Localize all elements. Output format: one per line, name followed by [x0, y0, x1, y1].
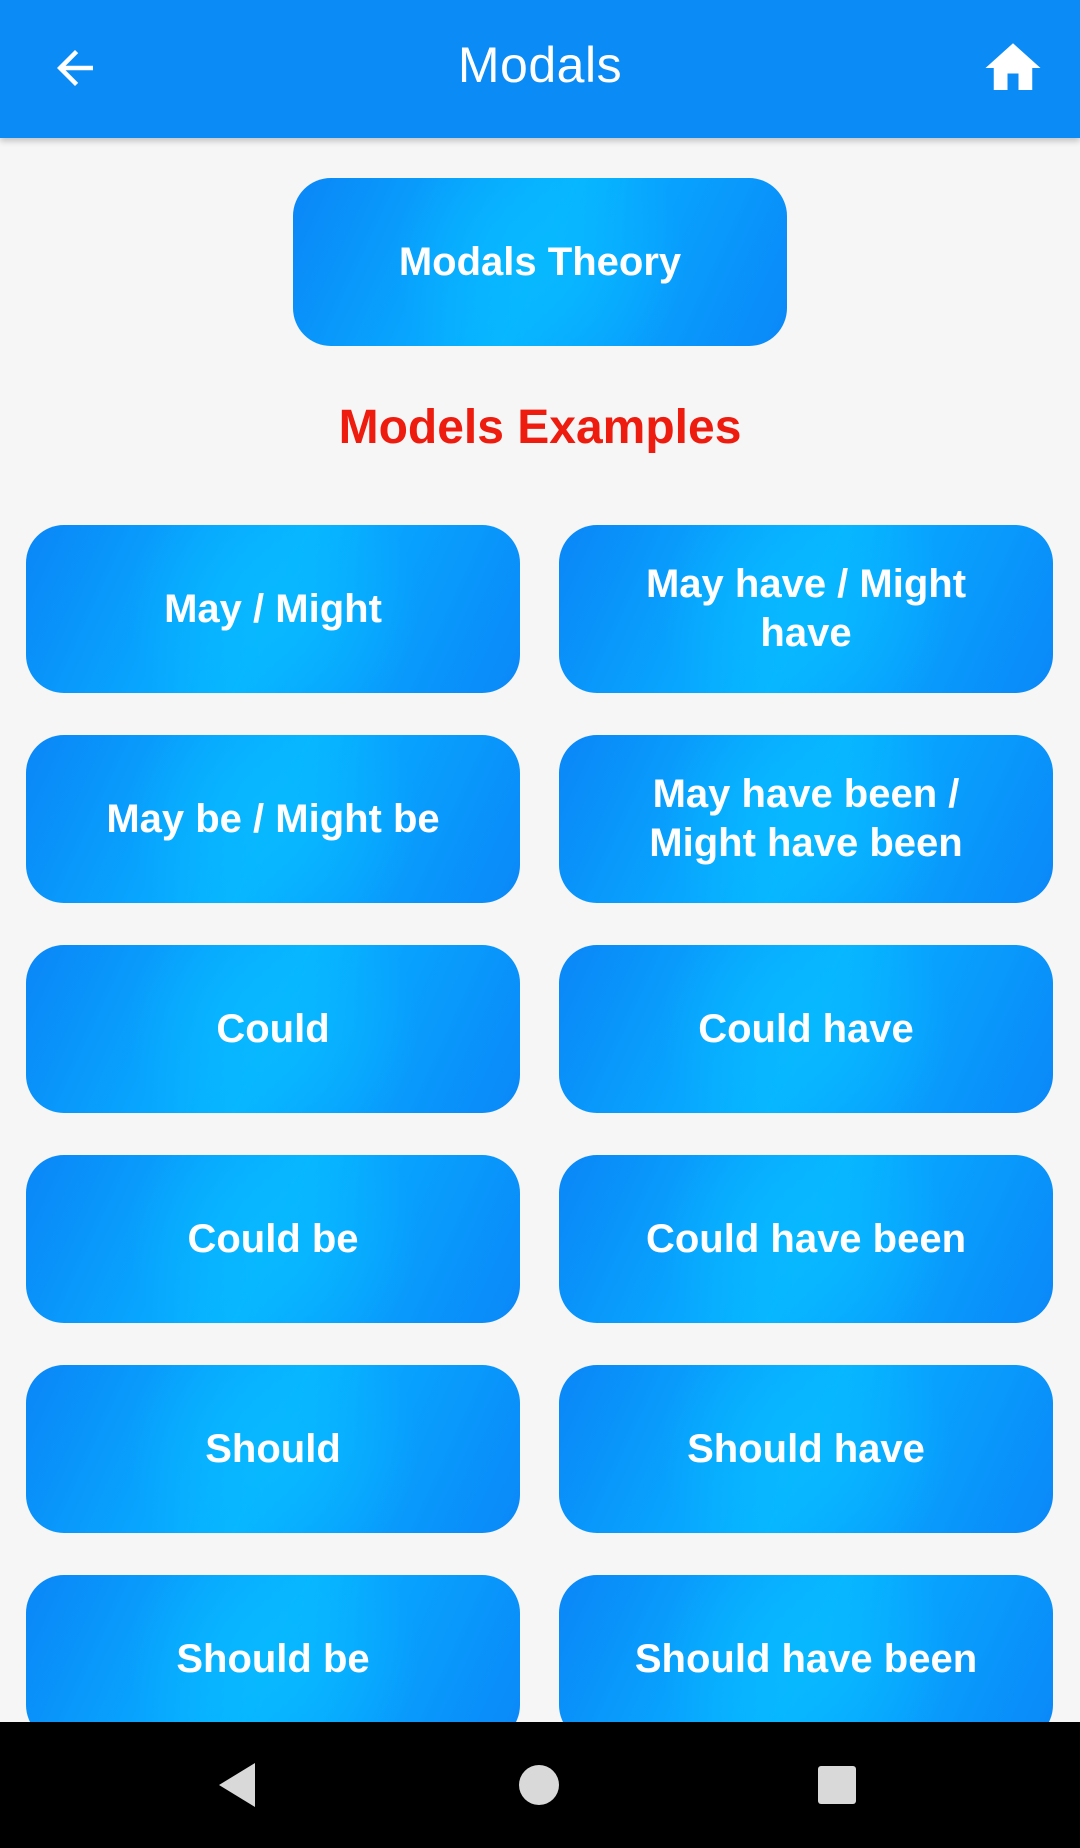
- system-recents-button[interactable]: [804, 1752, 870, 1818]
- example-label: Could: [216, 1006, 330, 1051]
- example-label: Could have been: [645, 1216, 967, 1261]
- modals-theory-button[interactable]: Modals Theory: [293, 178, 787, 346]
- system-home-button[interactable]: [506, 1752, 572, 1818]
- page-title: Modals: [457, 37, 623, 93]
- modals-theory-label: Modals Theory: [398, 239, 682, 284]
- example-button-should-be[interactable]: Should be: [26, 1575, 520, 1722]
- example-button-could-have[interactable]: Could have: [559, 945, 1053, 1113]
- example-label: May be / Might be: [106, 796, 440, 841]
- example-button-may-be-might-be[interactable]: May be / Might be: [26, 735, 520, 903]
- example-label: May have been / Might have been: [649, 772, 963, 865]
- example-button-may-might[interactable]: May / Might: [26, 525, 520, 693]
- example-button-should-have-been[interactable]: Should have been: [559, 1575, 1053, 1722]
- example-label: Should have been: [634, 1636, 978, 1681]
- example-button-may-have-might-have[interactable]: May have / Might have: [559, 525, 1053, 693]
- example-button-may-have-been-might-have-been[interactable]: May have been / Might have been: [559, 735, 1053, 903]
- example-label: Should have: [687, 1426, 925, 1471]
- main-content: Modals Theory Models Examples May / Migh…: [0, 138, 1080, 1722]
- home-icon: [985, 43, 1041, 90]
- example-label: Should: [205, 1426, 341, 1471]
- square-recents-icon: [818, 1766, 856, 1804]
- circle-home-icon: [519, 1765, 559, 1805]
- system-navigation-bar: [0, 1722, 1080, 1848]
- example-label: Could have: [698, 1006, 914, 1051]
- example-label: Could be: [187, 1216, 359, 1261]
- app-bar: Modals: [0, 0, 1080, 138]
- example-button-could-have-been[interactable]: Could have been: [559, 1155, 1053, 1323]
- example-label: May / Might: [164, 586, 382, 631]
- example-label: May have / Might have: [645, 562, 967, 655]
- system-back-button[interactable]: [205, 1752, 271, 1818]
- example-button-could-be[interactable]: Could be: [26, 1155, 520, 1323]
- section-title: Models Examples: [338, 401, 742, 454]
- example-label: Should be: [176, 1636, 370, 1681]
- triangle-back-icon: [219, 1763, 255, 1807]
- example-button-should-have[interactable]: Should have: [559, 1365, 1053, 1533]
- home-button[interactable]: [976, 31, 1050, 105]
- example-button-could[interactable]: Could: [26, 945, 520, 1113]
- example-button-should[interactable]: Should: [26, 1365, 520, 1533]
